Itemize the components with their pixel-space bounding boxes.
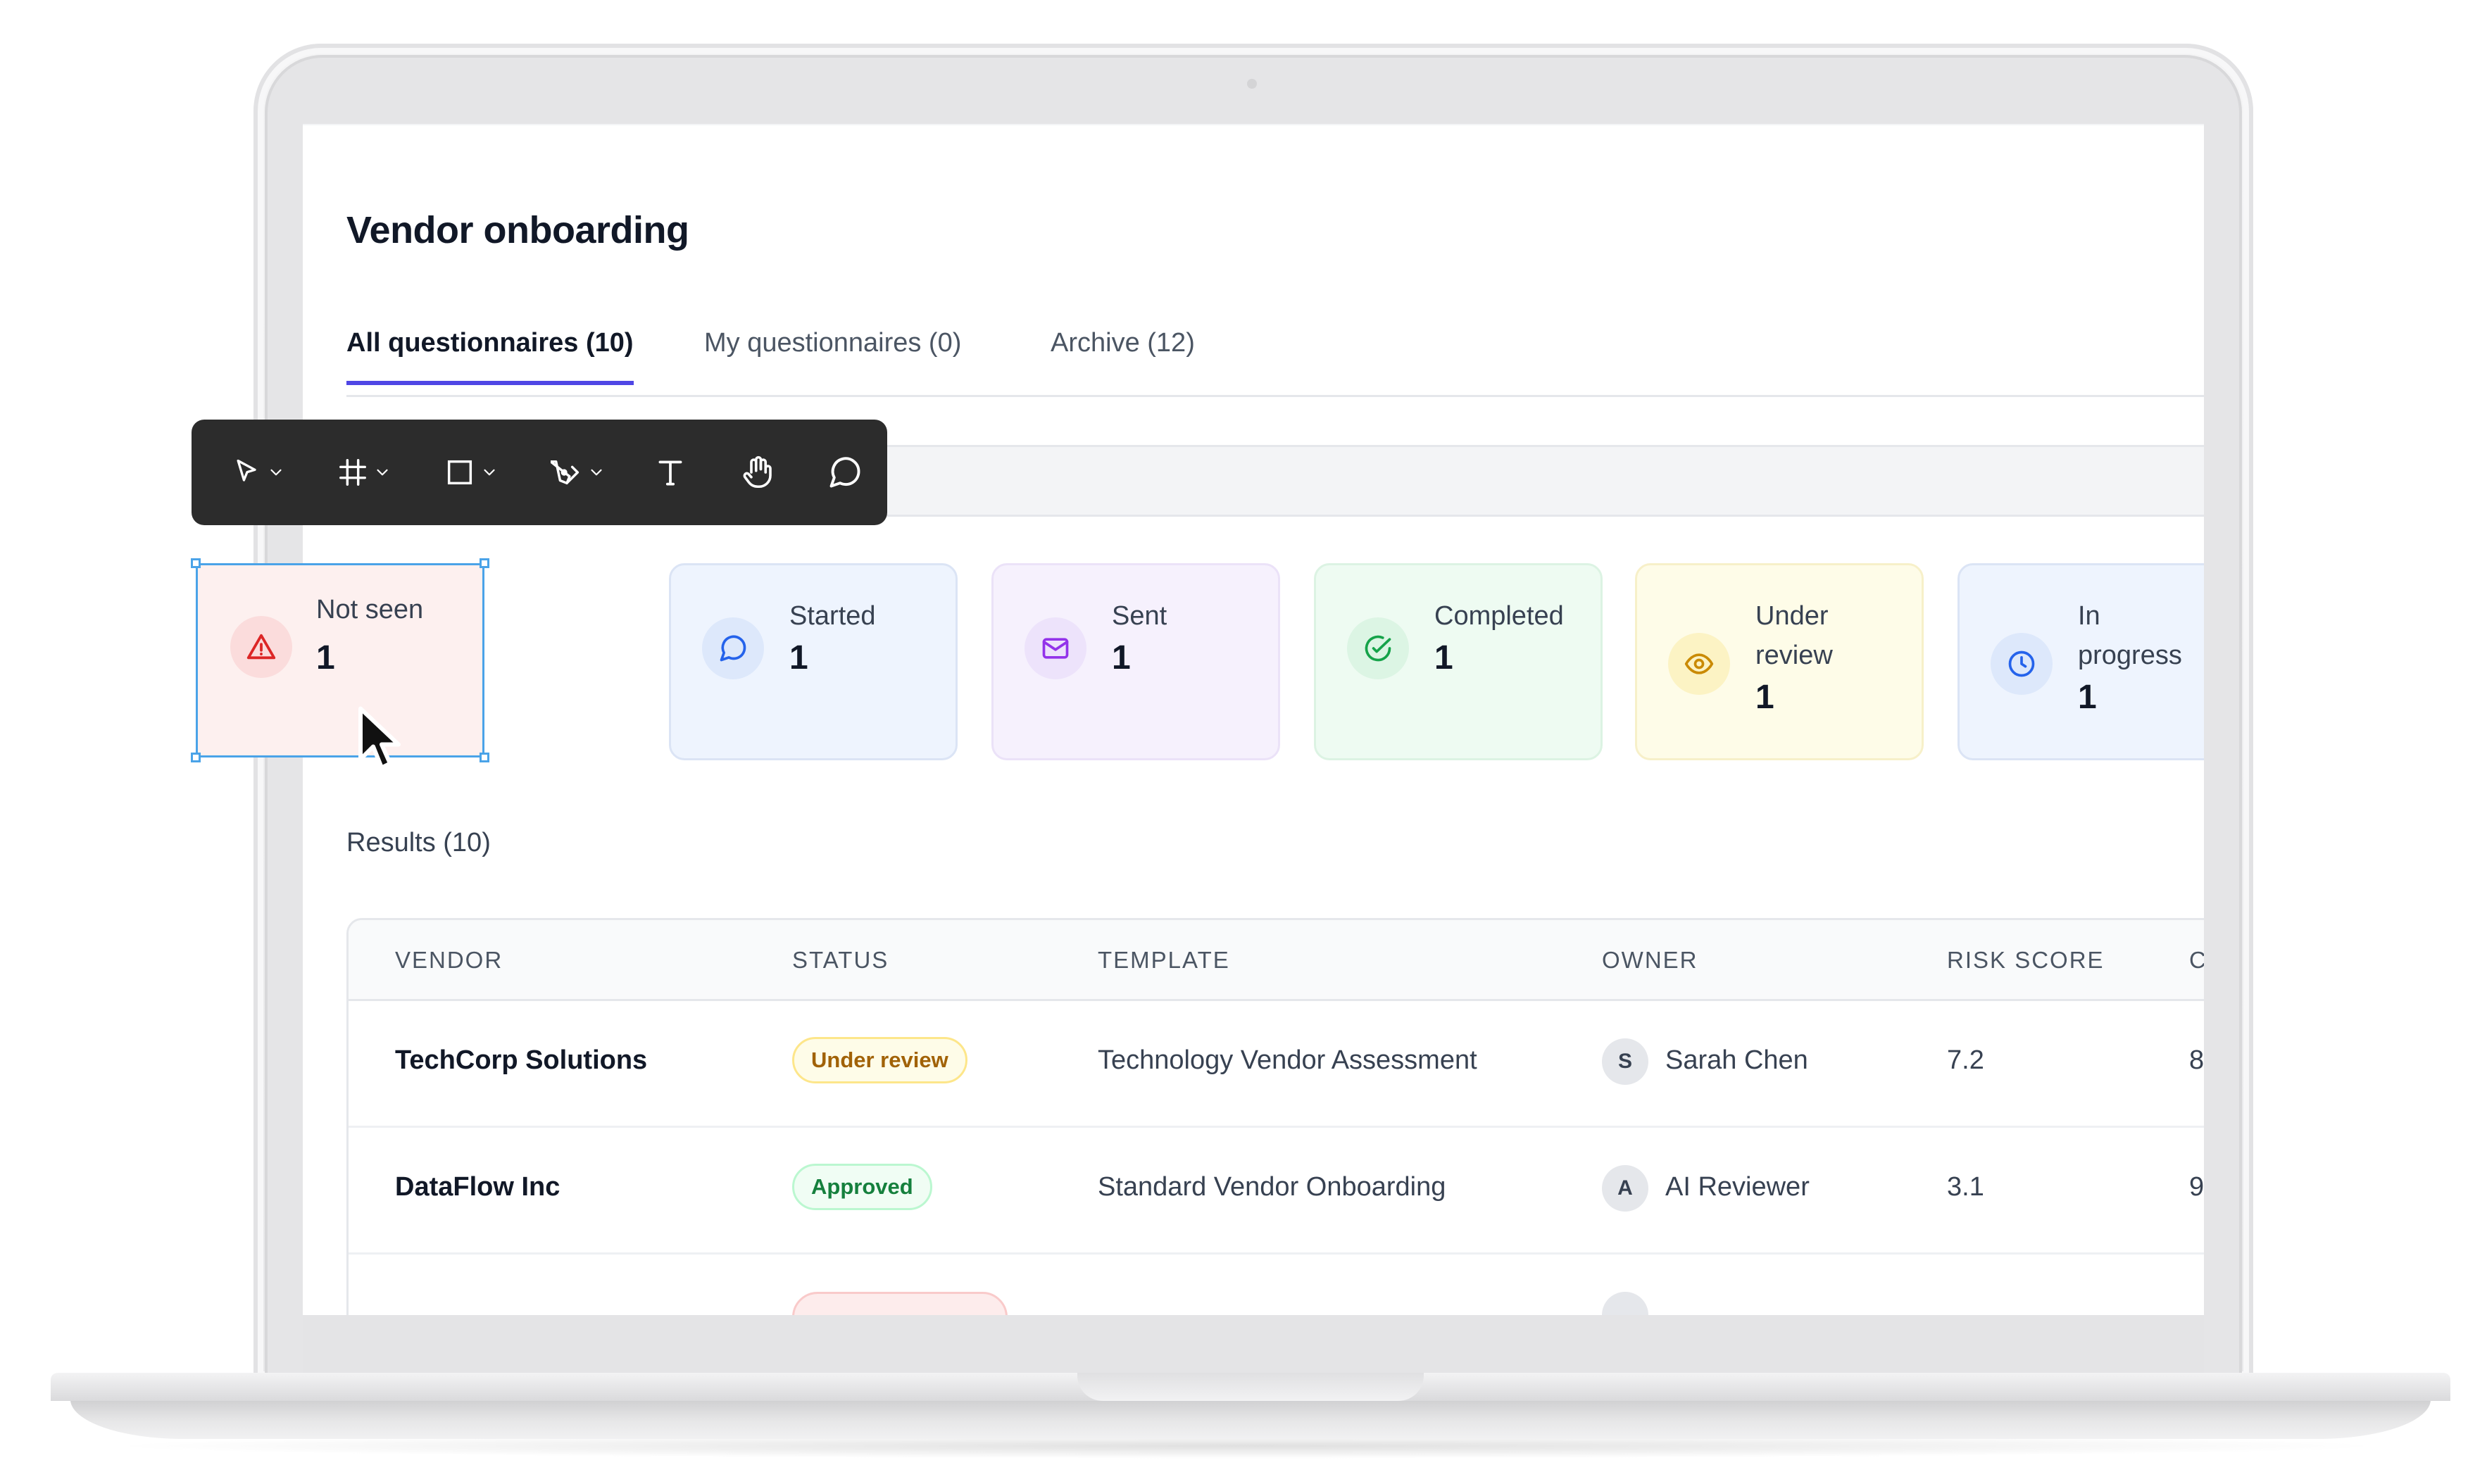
tab-my-questionnaires[interactable]: My questionnaires (0) xyxy=(704,328,961,381)
mail-icon xyxy=(1025,617,1086,679)
status-card-in-progress[interactable]: In progress 1 xyxy=(1957,563,2204,760)
table-header: VENDOR STATUS TEMPLATE OWNER RISK SCORE … xyxy=(349,920,2204,1001)
selection-handle-bottom-left[interactable] xyxy=(191,753,201,762)
template-name: Technology Vendor Assessment xyxy=(1098,1045,1477,1075)
status-card-label-line2: progress xyxy=(2078,641,2182,670)
pointer-icon xyxy=(237,459,256,482)
check-circle-icon xyxy=(1347,617,1409,679)
table-row[interactable]: DataFlow Inc Approved Standard Vendor On… xyxy=(349,1126,2204,1255)
app-screen: Vendor onboarding All questionnaires (10… xyxy=(303,124,2204,1315)
status-badge: Approved xyxy=(792,1164,932,1210)
pen-icon xyxy=(551,460,580,485)
status-card-count: 1 xyxy=(1434,639,1453,677)
vendor-name[interactable]: DataFlow Inc xyxy=(395,1172,560,1202)
comment-icon xyxy=(829,457,860,488)
chevron-down-icon xyxy=(377,469,388,476)
mouse-cursor-icon xyxy=(358,706,401,770)
clock-icon xyxy=(1991,633,2053,695)
eye-icon xyxy=(1668,633,1730,695)
tab-bar: All questionnaires (10) My questionnaire… xyxy=(346,328,2204,391)
status-card-not-seen[interactable]: Not seen 1 xyxy=(196,563,484,757)
column-header-status[interactable]: STATUS xyxy=(792,947,889,974)
hand-tool[interactable] xyxy=(729,444,786,501)
status-card-count: 1 xyxy=(1755,679,1774,716)
vendor-name[interactable]: TechCorp Solutions xyxy=(395,1045,647,1076)
status-card-count: 1 xyxy=(789,639,808,677)
comment-tool[interactable] xyxy=(817,444,873,501)
laptop-notch xyxy=(1077,1373,1424,1401)
status-card-label-line1: In xyxy=(2078,601,2100,631)
status-card-label: Not seen xyxy=(316,595,424,624)
table-row-partial[interactable] xyxy=(349,1252,2204,1315)
selection-handle-top-right[interactable] xyxy=(480,558,489,568)
hand-icon xyxy=(743,455,772,489)
status-badge: Under review xyxy=(792,1037,967,1083)
column-header-partial[interactable]: C xyxy=(2189,947,2204,974)
status-card-label: Completed xyxy=(1434,601,1564,631)
template-name: Standard Vendor Onboarding xyxy=(1098,1172,1446,1202)
partial-cell: 8 xyxy=(2189,1045,2204,1075)
laptop-base-bottom xyxy=(70,1400,2431,1439)
text-tool[interactable] xyxy=(642,444,699,501)
results-count: Results (10) xyxy=(346,828,491,857)
frame-icon xyxy=(339,459,366,486)
warning-icon xyxy=(230,616,292,678)
owner-name: AI Reviewer xyxy=(1665,1172,1810,1202)
tabs-divider xyxy=(346,395,2204,397)
status-card-label: Sent xyxy=(1112,601,1167,631)
avatar: S xyxy=(1602,1038,1648,1085)
status-card-label: Started xyxy=(789,601,876,631)
page-title: Vendor onboarding xyxy=(346,209,689,251)
status-card-count: 1 xyxy=(2078,679,2097,716)
status-card-label: In progress xyxy=(2078,596,2182,675)
status-badge xyxy=(792,1292,1008,1315)
webcam xyxy=(1247,79,1257,89)
risk-score: 7.2 xyxy=(1947,1045,1984,1075)
selection-handle-bottom-right[interactable] xyxy=(480,753,489,762)
text-icon xyxy=(658,460,682,486)
pointer-tool[interactable] xyxy=(220,444,297,501)
column-header-risk-score[interactable]: RISK SCORE xyxy=(1947,947,2105,974)
table-row[interactable]: TechCorp Solutions Under review Technolo… xyxy=(349,999,2204,1128)
chevron-down-icon xyxy=(591,469,602,476)
rectangle-tool[interactable] xyxy=(432,444,510,501)
column-header-owner[interactable]: OWNER xyxy=(1602,947,1698,974)
status-card-count: 1 xyxy=(1112,639,1131,677)
tab-archive[interactable]: Archive (12) xyxy=(1051,328,1195,381)
screen-bezel-bottom xyxy=(303,1315,2204,1377)
tab-all-questionnaires[interactable]: All questionnaires (10) xyxy=(346,328,634,385)
avatar xyxy=(1602,1292,1648,1315)
status-card-started[interactable]: Started 1 xyxy=(669,563,958,760)
avatar: A xyxy=(1602,1165,1648,1212)
column-header-vendor[interactable]: VENDOR xyxy=(395,947,503,974)
status-card-count: 1 xyxy=(316,639,335,677)
risk-score: 3.1 xyxy=(1947,1172,1984,1202)
chevron-down-icon xyxy=(484,469,495,476)
vendor-table: VENDOR STATUS TEMPLATE OWNER RISK SCORE … xyxy=(346,918,2204,1315)
top-divider xyxy=(303,124,2204,125)
status-card-sent[interactable]: Sent 1 xyxy=(991,563,1280,760)
pen-tool[interactable] xyxy=(539,444,617,501)
partial-cell: 9 xyxy=(2189,1172,2204,1202)
status-card-under-review[interactable]: Under review 1 xyxy=(1635,563,1924,760)
rectangle-icon xyxy=(447,460,472,485)
status-card-label-line1: Under xyxy=(1755,601,1829,631)
owner-name: Sarah Chen xyxy=(1665,1045,1808,1075)
frame-tool[interactable] xyxy=(325,444,403,501)
chevron-down-icon xyxy=(270,469,282,476)
selection-handle-top-left[interactable] xyxy=(191,558,201,568)
chat-icon xyxy=(702,617,764,679)
column-header-template[interactable]: TEMPLATE xyxy=(1098,947,1230,974)
status-card-label-line2: review xyxy=(1755,641,1833,670)
design-toolbar xyxy=(192,420,887,525)
status-card-completed[interactable]: Completed 1 xyxy=(1314,563,1603,760)
status-card-label: Under review xyxy=(1755,596,1833,675)
